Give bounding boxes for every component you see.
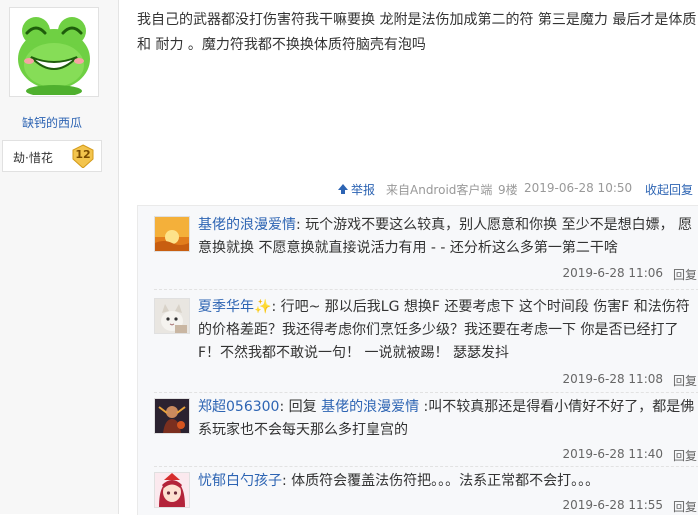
warrior-avatar-icon xyxy=(155,399,189,433)
comment-time: 2019-6-28 11:40 xyxy=(562,447,664,461)
comment-time: 2019-6-28 11:55 xyxy=(562,498,664,512)
comment-item: 夏季华年✨: 行吧~ 那以后我LG 想换F 还要考虑下 这个时间段 伤害F 和法… xyxy=(138,288,698,392)
commenter-avatar[interactable] xyxy=(154,216,190,252)
report-label: 举报 xyxy=(351,183,376,197)
client-source[interactable]: 来自Android客户端 xyxy=(386,181,492,198)
comment-item: 忧郁白勺孩子: 体质符会覆盖法伤符把。。。法系正常都不会打。。。 2019-6-… xyxy=(138,462,698,515)
comment-text: 郑超056300: 回复 基佬的浪漫爱情 :叫不较真那还是得看小倩好不好了，都是… xyxy=(198,399,695,438)
floor-number: 9楼 xyxy=(498,183,518,197)
post-date: 2019-06-28 10:50 xyxy=(524,181,633,195)
anime-girl-avatar-icon xyxy=(155,473,189,507)
reply-target-user[interactable]: 基佬的浪漫爱情 xyxy=(321,399,419,415)
sunset-avatar-icon xyxy=(155,217,189,251)
comment-list: 基佬的浪漫爱情: 玩个游戏不要这么较真，别人愿意和你换 至少不是想白嫖， 愿意换… xyxy=(137,205,698,515)
comment-time: 2019-6-28 11:06 xyxy=(562,266,664,280)
comment-user[interactable]: 郑超056300 xyxy=(198,399,279,415)
comment-reply-button[interactable]: 回复 xyxy=(673,266,697,283)
comment-item: 基佬的浪漫爱情: 玩个游戏不要这么较真，别人愿意和你换 至少不是想白嫖， 愿意换… xyxy=(138,206,698,286)
comment-reply-button[interactable]: 回复 xyxy=(673,498,697,515)
cat-avatar-icon xyxy=(155,299,189,333)
level-title: 劫·惜花 xyxy=(13,151,53,165)
collapse-replies-button[interactable]: 收起回复 xyxy=(645,181,693,198)
post-meta: 举报 来自Android客户端 9楼 2019-06-28 10:50 收起回复 xyxy=(338,181,698,199)
commenter-avatar[interactable] xyxy=(154,398,190,434)
comment-reply-button[interactable]: 回复 xyxy=(673,372,697,389)
sparkle-badge-icon: ✨ xyxy=(254,299,272,315)
author-avatar[interactable] xyxy=(9,7,99,97)
comment-user[interactable]: 忧郁白勺孩子 xyxy=(198,473,282,489)
comment-message: 体质符会覆盖法伤符把。。。法系正常都不会打。。。 xyxy=(291,473,600,489)
level-badge-icon: 12 xyxy=(71,144,95,169)
comment-time: 2019-6-28 11:08 xyxy=(562,372,664,386)
comment-user[interactable]: 基佬的浪漫爱情 xyxy=(198,217,296,233)
comment-item: 郑超056300: 回复 基佬的浪漫爱情 :叫不较真那还是得看小倩好不好了，都是… xyxy=(138,388,698,466)
comment-text: 夏季华年✨: 行吧~ 那以后我LG 想换F 还要考虑下 这个时间段 伤害F 和法… xyxy=(198,299,690,361)
commenter-avatar[interactable] xyxy=(154,298,190,334)
comment-text: 基佬的浪漫爱情: 玩个游戏不要这么较真，别人愿意和你换 至少不是想白嫖， 愿意换… xyxy=(198,217,693,256)
green-frog-avatar-icon xyxy=(11,9,97,95)
author-level[interactable]: 劫·惜花 12 xyxy=(2,140,102,172)
post-content: 我自己的武器都没打伤害符我干嘛要换 龙附是法伤加成第二的符 第三是魔力 最后才是… xyxy=(137,12,697,53)
commenter-avatar[interactable] xyxy=(154,472,190,508)
author-panel: 缺钙的西瓜 劫·惜花 12 xyxy=(0,0,119,514)
comment-user[interactable]: 夏季华年 xyxy=(198,299,254,315)
level-number: 12 xyxy=(75,148,91,161)
comment-text: 忧郁白勺孩子: 体质符会覆盖法伤符把。。。法系正常都不会打。。。 xyxy=(198,473,600,489)
report-icon xyxy=(338,184,348,194)
author-username[interactable]: 缺钙的西瓜 xyxy=(0,114,104,131)
